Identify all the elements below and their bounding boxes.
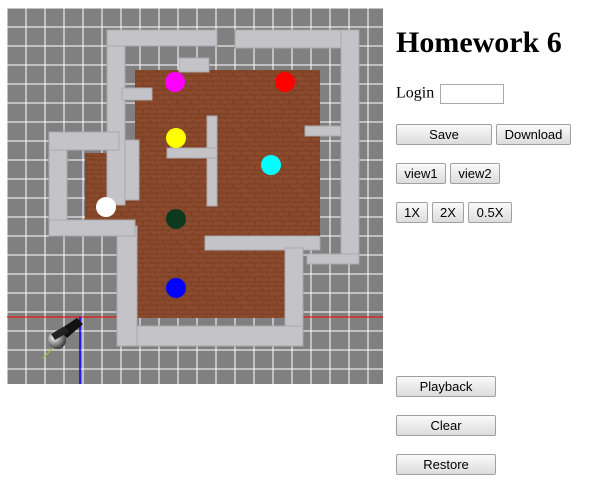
clear-button[interactable]: Clear	[396, 415, 496, 436]
view2-button[interactable]: view2	[450, 163, 500, 184]
login-row: Login	[396, 84, 505, 104]
restore-button[interactable]: Restore	[396, 454, 496, 475]
scene-canvas[interactable]	[7, 8, 383, 384]
yellow-marker	[166, 128, 186, 148]
white-marker	[96, 197, 116, 217]
robot-camera-icon[interactable]	[42, 318, 83, 359]
playback-button[interactable]: Playback	[396, 376, 496, 397]
dark-green-marker	[166, 209, 186, 229]
magenta-marker	[165, 72, 185, 92]
zoom-2x-button[interactable]: 2X	[432, 202, 464, 223]
save-button[interactable]: Save	[396, 124, 492, 145]
view1-button[interactable]: view1	[396, 163, 446, 184]
download-button[interactable]: Download	[496, 124, 571, 145]
red-marker	[275, 72, 295, 92]
zoom-1x-button[interactable]: 1X	[396, 202, 428, 223]
cyan-marker	[261, 155, 281, 175]
page-title: Homework 6	[396, 26, 562, 59]
login-label: Login	[396, 84, 435, 102]
blue-marker	[166, 278, 186, 298]
control-panel: Homework 6 Login Save Download view1 vie…	[396, 0, 600, 486]
zoom-05x-button[interactable]: 0.5X	[468, 202, 512, 223]
login-input[interactable]	[440, 84, 505, 104]
scene-viewport[interactable]	[7, 8, 383, 384]
